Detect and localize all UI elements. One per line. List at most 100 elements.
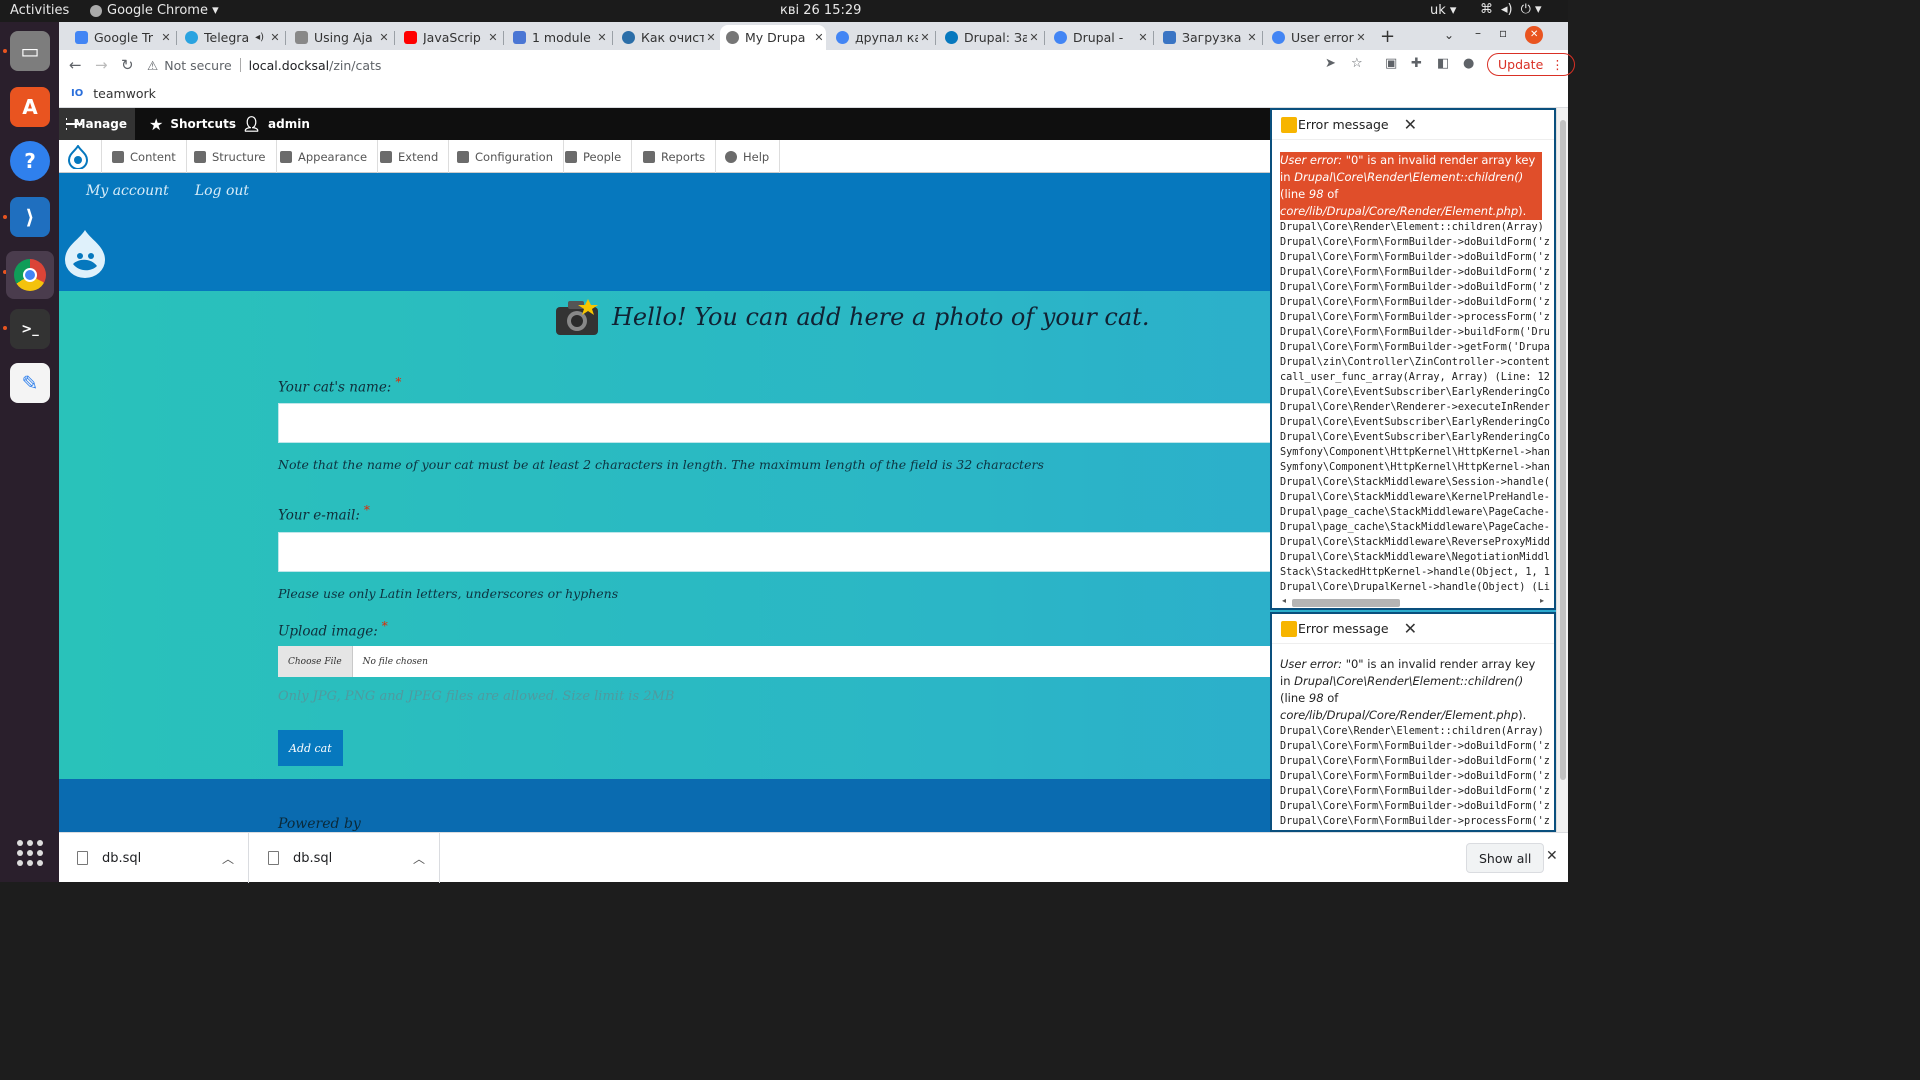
bookmark-teamwork[interactable]: teamwork: [93, 86, 156, 101]
close-icon[interactable]: ✕: [159, 31, 173, 44]
chrome-icon[interactable]: [6, 251, 54, 299]
forward-icon[interactable]: →: [95, 56, 108, 74]
activities-button[interactable]: Activities: [10, 3, 69, 18]
tab[interactable]: Загрузка ✕: [1157, 25, 1259, 50]
close-icon[interactable]: ✕: [595, 31, 609, 44]
choose-file-button[interactable]: Choose File: [278, 646, 353, 677]
close-icon[interactable]: ✕: [1136, 31, 1150, 44]
tab[interactable]: Drupal: За ✕: [939, 25, 1041, 50]
drupal-logo-icon[interactable]: [67, 145, 89, 169]
tab[interactable]: Как очист ✕: [616, 25, 718, 50]
tab-search-icon[interactable]: ⌄: [1444, 28, 1454, 42]
show-all-button[interactable]: Show all: [1466, 843, 1545, 873]
tab[interactable]: Using Aja ✕: [289, 25, 391, 50]
user-tab[interactable]: 👤︎ admin: [234, 108, 318, 140]
menu-appearance[interactable]: Appearance: [270, 140, 379, 173]
chrome-small-icon: [90, 4, 102, 17]
tab[interactable]: JavaScrip ✕: [398, 25, 500, 50]
close-icon[interactable]: ✕: [268, 31, 282, 44]
tab-favicon: [1272, 31, 1285, 44]
tab-favicon: [185, 31, 198, 44]
menu-structure[interactable]: Structure: [184, 140, 277, 173]
tab[interactable]: Google Tr ✕: [69, 25, 173, 50]
menu-people[interactable]: People: [555, 140, 633, 173]
download-item[interactable]: db.sql ︿: [59, 833, 249, 883]
close-icon[interactable]: ✕: [377, 31, 391, 44]
side-panel-icon[interactable]: ◧: [1437, 56, 1449, 71]
logout-link[interactable]: Log out: [195, 183, 249, 199]
minimize-icon[interactable]: –: [1475, 26, 1481, 44]
scroll-left-icon[interactable]: ◂: [1282, 596, 1286, 605]
system-menu[interactable]: ⌘ ◂) ⏻ ▾: [1480, 2, 1542, 17]
extension-icon[interactable]: ▣: [1385, 56, 1397, 71]
app-menu[interactable]: Google Chrome ▾: [90, 3, 219, 18]
add-cat-button[interactable]: Add cat: [278, 730, 343, 766]
menu-help[interactable]: Help: [715, 140, 781, 173]
file-upload-field[interactable]: Choose File No file chosen: [278, 646, 1278, 677]
close-icon[interactable]: ✕: [918, 31, 932, 44]
scroll-right-icon[interactable]: ▸: [1540, 596, 1544, 605]
email-input[interactable]: [278, 532, 1278, 572]
cat-name-hint: Note that the name of your cat must be a…: [278, 457, 1044, 472]
not-secure-label[interactable]: Not secure: [164, 58, 231, 73]
tab[interactable]: Telegra ◂) ✕: [179, 25, 282, 50]
menu-configuration[interactable]: Configuration: [447, 140, 564, 173]
puzzle-icon[interactable]: ✚: [1411, 56, 1422, 71]
user-account-menu: My account Log out: [86, 183, 249, 199]
software-center-icon[interactable]: A: [10, 87, 50, 127]
terminal-icon[interactable]: >_: [10, 309, 50, 349]
back-icon[interactable]: ←: [69, 56, 82, 74]
page-scrollbar[interactable]: [1556, 108, 1568, 832]
files-icon[interactable]: ▭: [10, 31, 50, 71]
keyboard-layout[interactable]: uk ▾: [1430, 3, 1456, 18]
close-icon[interactable]: ✕: [1027, 31, 1041, 44]
shortcuts-tab[interactable]: ★ Shortcuts: [141, 108, 244, 140]
tab[interactable]: друпал ка ✕: [830, 25, 932, 50]
horizontal-scrollbar[interactable]: ◂ ▸: [1280, 596, 1546, 609]
close-icon[interactable]: ✕: [1354, 31, 1368, 44]
chevron-up-icon[interactable]: ︿: [413, 850, 425, 867]
restore-icon[interactable]: ▫: [1499, 26, 1507, 44]
close-icon[interactable]: ✕: [1245, 31, 1259, 44]
send-icon[interactable]: ➤: [1325, 56, 1336, 71]
profile-icon[interactable]: ●: [1463, 56, 1474, 71]
close-icon[interactable]: ✕: [1404, 619, 1417, 638]
vscode-icon[interactable]: ⟩: [10, 197, 50, 237]
tab[interactable]: 1 module ✕: [507, 25, 609, 50]
text-editor-icon[interactable]: ✎: [10, 363, 50, 403]
warning-icon[interactable]: ⚠: [147, 58, 158, 73]
clock[interactable]: кві 26 15:29: [780, 3, 861, 18]
tab[interactable]: Drupal - ✕: [1048, 25, 1150, 50]
close-icon[interactable]: ✕: [812, 31, 826, 44]
error-title: Error message: [1298, 117, 1389, 132]
tab[interactable]: User error ✕: [1266, 25, 1368, 50]
show-apps-icon[interactable]: [17, 840, 43, 866]
help-icon[interactable]: ?: [10, 141, 50, 181]
my-account-link[interactable]: My account: [86, 183, 169, 199]
scrollbar-thumb[interactable]: [1560, 120, 1566, 780]
update-button[interactable]: Update ⋮: [1487, 53, 1575, 76]
address-bar[interactable]: ⚠ Not secure local.docksal /zin/cats: [147, 53, 1307, 77]
download-item[interactable]: db.sql ︿: [250, 833, 440, 883]
bookmark-star-icon[interactable]: ☆: [1351, 56, 1363, 71]
close-icon[interactable]: ✕: [1546, 848, 1558, 864]
chevron-up-icon[interactable]: ︿: [222, 850, 234, 867]
close-icon[interactable]: ✕: [1404, 115, 1417, 134]
tab-active[interactable]: My Drupa ✕: [720, 25, 826, 50]
menu-extend[interactable]: Extend: [370, 140, 450, 173]
site-logo-icon[interactable]: [63, 228, 107, 278]
close-icon[interactable]: ✕: [704, 31, 718, 44]
new-tab-icon[interactable]: +: [1380, 26, 1395, 47]
reload-icon[interactable]: ↻: [121, 56, 134, 74]
manage-tab[interactable]: Manage: [59, 108, 135, 140]
window-close-icon[interactable]: ✕: [1525, 26, 1544, 44]
scrollbar-thumb[interactable]: [1292, 599, 1400, 607]
user-label: admin: [268, 117, 310, 131]
menu-reports[interactable]: Reports: [633, 140, 717, 173]
close-icon[interactable]: ✕: [486, 31, 500, 44]
cat-name-input[interactable]: [278, 403, 1278, 443]
error-prefix: User error:: [1280, 153, 1346, 167]
audio-icon[interactable]: ◂): [255, 32, 264, 43]
update-label: Update: [1498, 57, 1544, 72]
menu-content[interactable]: Content: [101, 140, 187, 173]
